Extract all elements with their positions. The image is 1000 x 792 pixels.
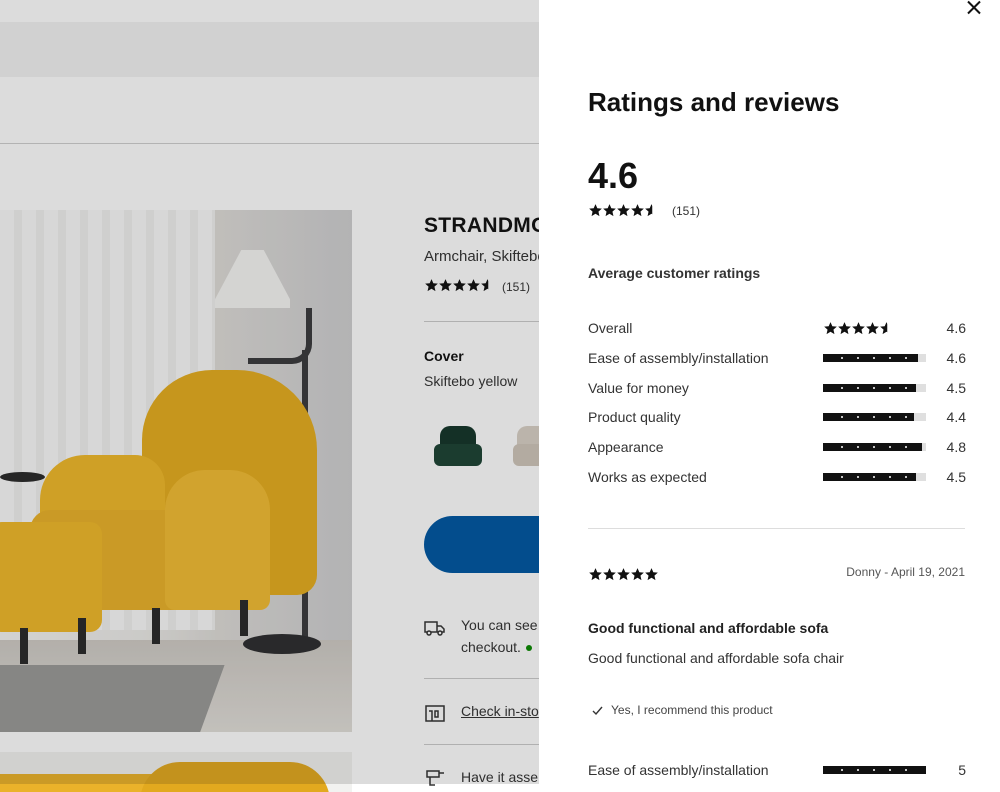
overall-rating: (151) <box>588 203 700 219</box>
metric-bar-tick <box>889 476 891 478</box>
metric-label: Ease of assembly/installation <box>588 762 769 778</box>
star-icon <box>616 203 631 218</box>
metric-bar-tick <box>841 356 843 359</box>
metric-bar-tick <box>841 386 843 389</box>
metric-bar-tick <box>857 769 859 771</box>
metric-bar-tick <box>841 769 843 771</box>
metric-bar <box>823 766 926 774</box>
metric-bar-fill <box>823 383 916 392</box>
metric-bar-tick <box>841 476 843 478</box>
star-icon <box>602 567 617 582</box>
divider <box>588 528 965 529</box>
metric-bar-tick <box>905 356 907 359</box>
metric-label: Works as expected <box>588 469 707 485</box>
metric-value: 4.5 <box>946 379 966 396</box>
overall-review-count: (151) <box>672 204 701 218</box>
metric-label: Ease of assembly/installation <box>588 349 769 366</box>
overall-stars <box>588 202 658 219</box>
ratings-panel: Ratings and reviews 4.6 (151) Average cu… <box>539 0 1000 784</box>
star-icon <box>588 203 603 218</box>
recommend-text: Yes, I recommend this product <box>611 703 773 717</box>
check-icon <box>592 706 603 715</box>
metric-bar <box>823 443 926 452</box>
star-icon <box>851 321 866 336</box>
star-icon <box>630 567 645 582</box>
metric-bar-tick <box>873 356 875 359</box>
metric-value: 4.6 <box>946 320 966 336</box>
metric-bar-tick <box>889 386 891 389</box>
star-icon <box>602 203 617 218</box>
close-icon[interactable] <box>963 0 985 20</box>
metric-bar-tick <box>873 386 875 389</box>
star-icon <box>865 321 880 336</box>
metric-bar-fill <box>823 473 916 481</box>
metric-row: Overall 4.6 <box>588 318 966 340</box>
metric-bar-fill <box>823 413 914 422</box>
star-icon <box>588 567 603 582</box>
metric-row: Product quality 4.4 <box>588 407 966 429</box>
metric-label: Overall <box>588 320 633 336</box>
metric-bar-tick <box>873 769 875 771</box>
average-ratings-heading: Average customer ratings <box>588 265 761 281</box>
metric-bar-tick <box>905 769 907 771</box>
overall-score: 4.6 <box>588 155 639 196</box>
metric-bar-tick <box>873 476 875 478</box>
metric-row: Appearance 4.8 <box>588 437 966 459</box>
metric-bar <box>823 413 926 422</box>
review-author-date: Donny - April 19, 2021 <box>846 565 965 579</box>
metric-bar-tick <box>889 356 891 359</box>
star-icon <box>879 321 894 336</box>
metric-value: 4.6 <box>946 349 966 366</box>
review-body: Good functional and affordable sofa chai… <box>588 650 844 666</box>
metric-label: Product quality <box>588 409 681 426</box>
star-icon <box>837 321 852 336</box>
metric-row: Works as expected 4.5 <box>588 467 966 489</box>
metric-row: Ease of assembly/installation 4.6 <box>588 348 966 370</box>
star-icon <box>630 203 645 218</box>
metric-stars <box>823 321 893 339</box>
metric-row: Value for money 4.5 <box>588 378 966 400</box>
metric-bar <box>823 353 926 362</box>
review-stars <box>588 567 658 585</box>
metric-label: Appearance <box>588 439 664 456</box>
metric-bar-tick <box>857 386 859 389</box>
star-icon <box>616 567 631 582</box>
metric-label: Value for money <box>588 379 689 396</box>
star-icon <box>823 321 838 336</box>
metric-value: 5 <box>958 762 966 778</box>
star-icon <box>644 203 659 218</box>
review-recommend: Yes, I recommend this product <box>592 703 773 717</box>
metric-bar-tick <box>857 476 859 478</box>
review-title: Good functional and affordable sofa <box>588 620 829 636</box>
metric-value: 4.8 <box>946 439 966 456</box>
metric-bar-tick <box>857 356 859 359</box>
metric-bar-tick <box>889 769 891 771</box>
metric-bar <box>823 473 926 481</box>
star-icon <box>644 567 659 582</box>
metric-value: 4.4 <box>946 409 966 426</box>
metric-bar-tick <box>905 476 907 478</box>
metric-bar <box>823 383 926 392</box>
panel-title: Ratings and reviews <box>588 87 840 117</box>
metric-bar-fill <box>823 353 918 362</box>
metric-bar-tick <box>905 386 907 389</box>
metric-row: Ease of assembly/installation 5 <box>588 760 966 782</box>
metric-value: 4.5 <box>946 469 966 485</box>
